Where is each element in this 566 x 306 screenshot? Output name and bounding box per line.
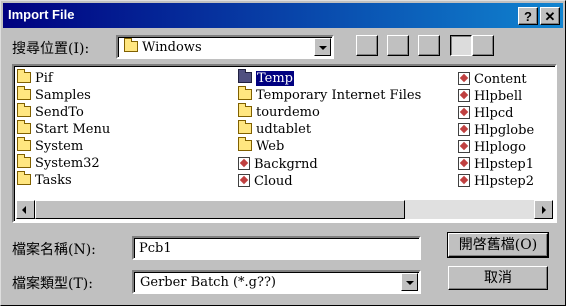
look-in-dropdown[interactable]: Windows xyxy=(116,35,334,59)
look-in-label: 搜尋位置(I): xyxy=(12,41,90,57)
list-item[interactable]: udtablet xyxy=(238,120,311,138)
list-item[interactable]: Cloud xyxy=(238,172,293,189)
folder-icon xyxy=(17,69,31,83)
list-item[interactable]: tourdemo xyxy=(238,103,320,121)
chevron-down-icon[interactable] xyxy=(314,38,331,56)
list-item[interactable]: SendTo xyxy=(17,103,84,121)
filetype-dropdown[interactable]: Gerber Batch (*.g??) xyxy=(132,270,421,294)
list-item[interactable]: Samples xyxy=(17,86,91,104)
filetype-value: Gerber Batch (*.g??) xyxy=(140,275,277,290)
title-bar[interactable]: Import File ? ✕ xyxy=(3,3,563,28)
help-button[interactable]: ? xyxy=(518,7,538,25)
filetype-label: 檔案類型(T): xyxy=(12,276,93,292)
folder-icon xyxy=(238,137,252,151)
close-button[interactable]: ✕ xyxy=(540,7,560,25)
list-item[interactable]: Content xyxy=(458,70,527,87)
list-item-selected[interactable]: Temp xyxy=(238,69,296,87)
document-icon xyxy=(458,157,470,170)
scroll-thumb[interactable] xyxy=(35,200,405,219)
folder-icon xyxy=(238,86,252,100)
document-icon xyxy=(458,123,470,136)
document-icon xyxy=(458,140,470,153)
folder-icon xyxy=(17,86,31,100)
list-item[interactable]: Web xyxy=(238,137,284,155)
list-item[interactable]: Hlpstep1 xyxy=(458,155,534,172)
folder-icon xyxy=(17,171,31,185)
filename-label: 檔案名稱(N): xyxy=(12,242,96,258)
document-icon xyxy=(238,157,250,170)
folder-icon xyxy=(238,69,252,83)
filename-value: Pcb1 xyxy=(139,241,172,256)
list-item[interactable]: Tasks xyxy=(17,171,72,189)
list-item[interactable]: System32 xyxy=(17,154,100,172)
folder-icon xyxy=(17,137,31,151)
list-item[interactable]: Start Menu xyxy=(17,120,110,138)
folder-icon xyxy=(17,154,31,168)
horizontal-scrollbar[interactable] xyxy=(16,200,553,219)
list-item[interactable]: Hlpstep2 xyxy=(458,172,534,189)
scroll-left-button[interactable] xyxy=(16,200,35,219)
folder-icon xyxy=(17,120,31,134)
document-icon xyxy=(458,89,470,102)
details-view-button[interactable] xyxy=(472,35,494,56)
look-in-value: Windows xyxy=(142,40,202,55)
folder-icon xyxy=(238,120,252,134)
list-view-button[interactable] xyxy=(450,35,472,56)
list-item[interactable]: Hlpcd xyxy=(458,104,513,121)
chevron-down-icon[interactable] xyxy=(401,273,418,291)
filename-input[interactable]: Pcb1 xyxy=(132,236,421,260)
new-folder-button[interactable] xyxy=(418,35,440,56)
import-file-dialog: Import File ? ✕ 搜尋位置(I): Windows Pif Sam… xyxy=(0,0,566,306)
document-icon xyxy=(458,72,470,85)
folder-icon xyxy=(238,103,252,117)
document-icon xyxy=(458,174,470,187)
document-icon xyxy=(458,106,470,119)
scroll-right-button[interactable] xyxy=(534,200,553,219)
list-item[interactable]: Hlpbell xyxy=(458,87,522,104)
open-button[interactable]: 開啓舊檔(O) xyxy=(447,232,549,258)
list-item[interactable]: Backgrnd xyxy=(238,155,318,172)
file-list[interactable]: Pif Samples SendTo Start Menu System Sys… xyxy=(12,64,557,223)
up-one-level-button[interactable] xyxy=(356,35,378,56)
list-item[interactable]: Hlplogo xyxy=(458,138,526,155)
window-title: Import File xyxy=(8,7,75,22)
desktop-button[interactable] xyxy=(387,35,409,56)
cancel-button[interactable]: 取消 xyxy=(448,266,548,290)
list-item[interactable]: System xyxy=(17,137,83,155)
list-item[interactable]: Pif xyxy=(17,69,53,87)
list-item[interactable]: Temporary Internet Files xyxy=(238,86,421,104)
list-item[interactable]: Hlpglobe xyxy=(458,121,534,138)
document-icon xyxy=(238,174,250,187)
folder-icon xyxy=(124,38,138,52)
folder-icon xyxy=(17,103,31,117)
